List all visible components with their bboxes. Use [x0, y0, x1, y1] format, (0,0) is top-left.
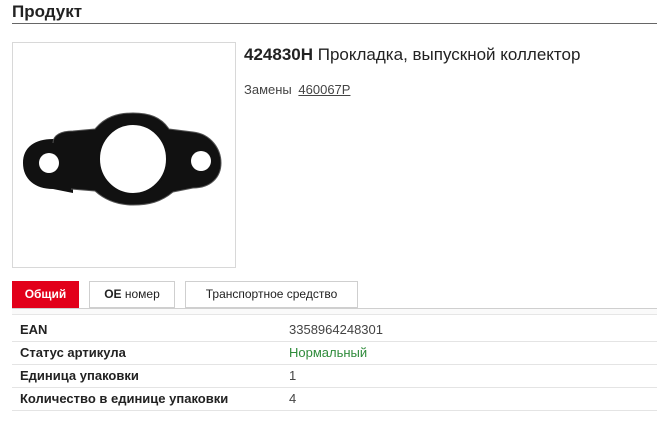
replacements: Замены 460067P	[244, 82, 350, 97]
table-row: Единица упаковки 1	[12, 364, 657, 388]
tab-oe-number[interactable]: OE номер	[89, 281, 175, 308]
table-row: Количество в единице упаковки 4	[12, 387, 657, 411]
tab-general-label: Общий	[24, 287, 67, 301]
tab-general[interactable]: Общий	[12, 281, 79, 308]
product-name: Прокладка, выпускной коллектор	[317, 45, 581, 64]
table-row: EAN 3358964248301	[12, 318, 657, 342]
pack-unit-label: Единица упаковки	[12, 364, 289, 388]
ean-label: EAN	[12, 318, 289, 342]
product-code: 424830H	[244, 45, 314, 64]
table-row: Статус артикула Нормальный	[12, 341, 657, 365]
product-info-table: EAN 3358964248301 Статус артикула Нормал…	[12, 318, 657, 411]
pack-unit-value: 1	[289, 364, 657, 388]
exhaust-gasket-icon	[23, 112, 222, 206]
qty-per-unit-label: Количество в единице упаковки	[12, 387, 289, 411]
title-divider	[12, 23, 657, 24]
tab-vehicle[interactable]: Транспортное средство	[185, 281, 358, 308]
replacements-label: Замены	[244, 82, 292, 97]
page-title: Продукт	[12, 2, 83, 21]
ean-value: 3358964248301	[289, 318, 657, 342]
qty-per-unit-value: 4	[289, 387, 657, 411]
status-value: Нормальный	[289, 341, 657, 365]
product-image[interactable]	[12, 42, 236, 268]
replacement-link[interactable]: 460067P	[298, 82, 350, 97]
tab-vehicle-label: Транспортное средство	[205, 287, 338, 301]
product-title: 424830H Прокладка, выпускной коллектор	[244, 45, 580, 65]
tab-oe-label-rest: номер	[121, 287, 160, 301]
tabs-underline	[12, 308, 657, 315]
status-label: Статус артикула	[12, 341, 289, 365]
tab-oe-label-bold: OE	[104, 287, 122, 301]
